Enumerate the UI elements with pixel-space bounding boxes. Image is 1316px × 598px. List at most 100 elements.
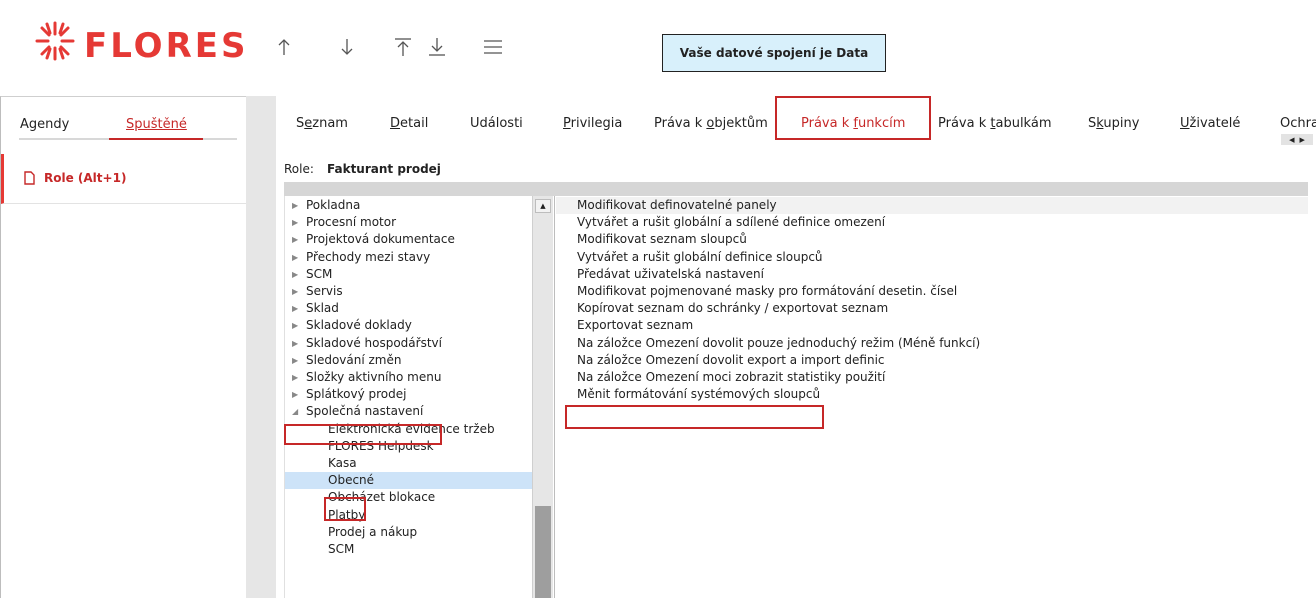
tab-privilegia[interactable]: Privilegia bbox=[563, 116, 622, 131]
tab-ochrana[interactable]: Ochra bbox=[1280, 116, 1316, 131]
panel-gutter bbox=[246, 96, 276, 598]
function-label: Modifikovat pojmenované masky pro formát… bbox=[577, 284, 958, 298]
function-row[interactable]: Měnit formátování systémových sloupců bbox=[556, 386, 1308, 403]
role-bar: Role: Fakturant prodej bbox=[284, 158, 1308, 180]
tree-item[interactable]: ▶ Sklad bbox=[285, 300, 533, 317]
tree-item-label: SCM bbox=[306, 266, 333, 281]
tab-bar: Seznam Detail Události Privilegia Práva … bbox=[276, 96, 1316, 145]
scroll-left-icon[interactable]: ◀ bbox=[1289, 136, 1294, 144]
collapsed-arrow-icon[interactable]: ▶ bbox=[292, 369, 298, 386]
collapsed-arrow-icon[interactable]: ▶ bbox=[292, 352, 298, 369]
function-row[interactable]: Vytvářet a rušit globální a sdílené defi… bbox=[556, 214, 1308, 231]
tree-item-label: Platby bbox=[328, 507, 366, 522]
tree-item[interactable]: Elektronická evidence tržeb bbox=[285, 421, 533, 438]
collapsed-arrow-icon[interactable]: ▶ bbox=[292, 231, 298, 248]
menu-icon[interactable] bbox=[482, 36, 504, 58]
collapsed-arrow-icon[interactable]: ▶ bbox=[292, 197, 298, 214]
tree-item[interactable]: Prodej a nákup bbox=[285, 524, 533, 541]
app-header: FLORES Vaše datové spojení je Data bbox=[0, 0, 1316, 96]
tree-item[interactable]: Kasa bbox=[285, 455, 533, 472]
brand-name: FLORES bbox=[84, 26, 249, 66]
tab-agendy[interactable]: Agendy bbox=[20, 117, 69, 132]
function-row[interactable]: Předávat uživatelská nastavení bbox=[556, 266, 1308, 283]
function-row[interactable]: Vytvářet a rušit globální definice sloup… bbox=[556, 249, 1308, 266]
tree-item-label: Projektová dokumentace bbox=[306, 232, 455, 247]
tree-item-label: Kasa bbox=[328, 456, 357, 470]
tree-item[interactable]: ▶ Procesní motor bbox=[285, 214, 533, 231]
function-label: Na záložce Omezení moci zobrazit statist… bbox=[577, 370, 886, 384]
collapsed-arrow-icon[interactable]: ▶ bbox=[292, 214, 298, 231]
function-list: Modifikovat definovatelné panely Vytvářet… bbox=[556, 196, 1308, 598]
pane-divider[interactable] bbox=[554, 196, 555, 598]
function-row[interactable]: Kopírovat seznam do schránky / exportova… bbox=[556, 300, 1308, 317]
collapsed-arrow-icon[interactable]: ▶ bbox=[292, 283, 298, 300]
document-icon bbox=[24, 171, 35, 188]
tree-item-label: Sklad bbox=[306, 301, 339, 316]
tree-item[interactable]: ▶ Skladové doklady bbox=[285, 317, 533, 334]
collapsed-arrow-icon[interactable]: ▶ bbox=[292, 317, 298, 334]
tree-item[interactable]: ▶ Sledování změn bbox=[285, 352, 533, 369]
tree-item[interactable]: FLORES Helpdesk bbox=[285, 438, 533, 455]
tree-item[interactable]: ▶ Pokladna bbox=[285, 197, 533, 214]
tree-item[interactable]: ▶ Přechody mezi stavy bbox=[285, 249, 533, 266]
tab-skupiny[interactable]: Skupiny bbox=[1088, 116, 1139, 131]
function-label: Vytvářet a rušit globální a sdílené defi… bbox=[577, 215, 886, 230]
collapsed-arrow-icon[interactable]: ▶ bbox=[292, 266, 298, 283]
move-bottom-icon[interactable] bbox=[426, 36, 448, 58]
function-row[interactable]: Modifikovat pojmenované masky pro formát… bbox=[556, 283, 1308, 300]
tab-prava-k-tabulkam[interactable]: Práva k tabulkám bbox=[938, 116, 1051, 131]
function-row[interactable]: Na záložce Omezení moci zobrazit statist… bbox=[556, 369, 1308, 386]
function-row[interactable]: Na záložce Omezení dovolit pouze jednodu… bbox=[556, 335, 1308, 352]
tab-spustene[interactable]: Spuštěné bbox=[126, 117, 187, 132]
tree-item[interactable]: Obecné bbox=[285, 472, 533, 490]
arrow-down-icon[interactable] bbox=[336, 36, 358, 58]
function-label: Na záložce Omezení dovolit pouze jednodu… bbox=[577, 335, 981, 350]
left-panel: Agendy Spuštěné Role (Alt+1) bbox=[0, 96, 247, 598]
role-value: Fakturant prodej bbox=[327, 162, 441, 176]
tab-udalosti[interactable]: Události bbox=[470, 116, 523, 131]
tree-scrollbar[interactable]: ▲ bbox=[532, 196, 553, 598]
tree-item[interactable]: ▶ Skladové hospodářství bbox=[285, 335, 533, 352]
expanded-arrow-icon[interactable]: ◢ bbox=[292, 403, 298, 420]
collapsed-arrow-icon[interactable]: ▶ bbox=[292, 249, 298, 266]
function-label: Exportovat seznam bbox=[577, 318, 694, 333]
function-label: Vytvářet a rušit globální definice sloup… bbox=[577, 249, 823, 264]
arrow-up-icon[interactable] bbox=[273, 36, 295, 58]
scroll-up-icon[interactable]: ▲ bbox=[535, 199, 551, 213]
tab-seznam[interactable]: Seznam bbox=[296, 116, 348, 131]
tree-item-label: Pokladna bbox=[306, 198, 361, 212]
tree-item[interactable]: ▶ Složky aktivního menu bbox=[285, 369, 533, 386]
tree-item-label: Obcházet blokace bbox=[328, 490, 436, 505]
function-row[interactable]: Modifikovat definovatelné panely bbox=[556, 197, 1308, 214]
tree-item-label: Sledování změn bbox=[306, 352, 402, 367]
tab-scroll-buttons[interactable]: ◀ ▶ bbox=[1281, 134, 1313, 145]
function-row[interactable]: Modifikovat seznam sloupců bbox=[556, 231, 1308, 248]
connection-status: Vaše datové spojení je Data bbox=[662, 34, 886, 72]
open-agenda-role[interactable]: Role (Alt+1) bbox=[1, 154, 247, 204]
tree-item[interactable]: ▶ Servis bbox=[285, 283, 533, 300]
tab-prava-k-objektum[interactable]: Práva k objektům bbox=[654, 116, 768, 131]
function-row[interactable]: Exportovat seznam bbox=[556, 317, 1308, 334]
tree-item[interactable]: ▶ SCM bbox=[285, 266, 533, 283]
tree-item[interactable]: ▶ Projektová dokumentace bbox=[285, 231, 533, 248]
tree-item-label: Procesní motor bbox=[306, 215, 397, 230]
collapsed-arrow-icon[interactable]: ▶ bbox=[292, 335, 298, 352]
move-top-icon[interactable] bbox=[392, 36, 414, 58]
tree-item[interactable]: ◢ Společná nastavení bbox=[285, 403, 533, 420]
grid-header-strip bbox=[284, 182, 1308, 196]
tree-item[interactable]: SCM bbox=[285, 541, 533, 558]
tree-item-label: Elektronická evidence tržeb bbox=[328, 421, 495, 436]
tree-item[interactable]: ▶ Splátkový prodej bbox=[285, 386, 533, 403]
tree-item[interactable]: Platby bbox=[285, 507, 533, 524]
tab-detail[interactable]: Detail bbox=[390, 116, 428, 131]
scroll-thumb[interactable] bbox=[535, 506, 551, 598]
function-label: Na záložce Omezení dovolit export a impo… bbox=[577, 352, 885, 367]
collapsed-arrow-icon[interactable]: ▶ bbox=[292, 386, 298, 403]
function-row[interactable]: Na záložce Omezení dovolit export a impo… bbox=[556, 352, 1308, 369]
tree-item-label: Společná nastavení bbox=[306, 404, 424, 419]
tab-uzivatele[interactable]: Uživatelé bbox=[1180, 116, 1240, 131]
scroll-right-icon[interactable]: ▶ bbox=[1300, 136, 1305, 144]
collapsed-arrow-icon[interactable]: ▶ bbox=[292, 300, 298, 317]
tab-active-indicator bbox=[109, 138, 203, 140]
tree-item[interactable]: Obcházet blokace bbox=[285, 489, 533, 506]
